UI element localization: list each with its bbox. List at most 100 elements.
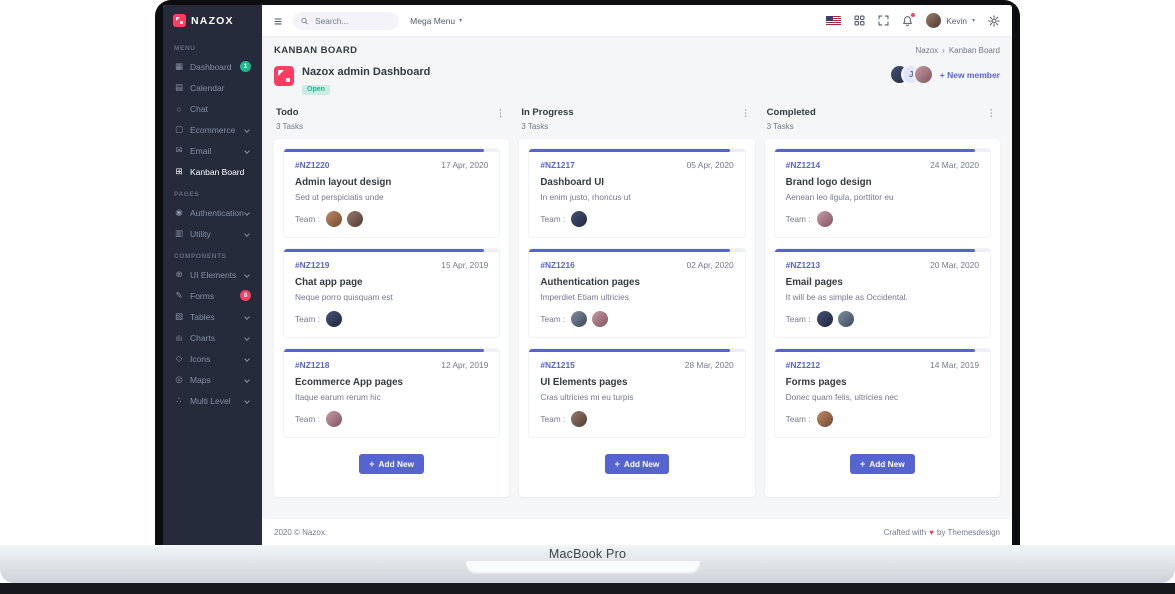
chevron-down-icon bbox=[244, 126, 250, 133]
gear-icon[interactable] bbox=[988, 14, 1000, 27]
column-menu-icon[interactable]: ⋮ bbox=[984, 107, 998, 121]
search-input[interactable] bbox=[313, 14, 392, 27]
task-title: Brand logo design bbox=[785, 177, 872, 188]
add-new-button[interactable]: + Add New bbox=[849, 454, 915, 474]
task-id-link[interactable]: #NZ1215 bbox=[540, 360, 574, 370]
search-icon bbox=[301, 17, 308, 24]
chevron-down-icon bbox=[244, 313, 250, 320]
bell-icon[interactable] bbox=[902, 12, 916, 27]
page-title: KANBAN BOARD bbox=[274, 45, 358, 56]
member-avatar[interactable] bbox=[914, 66, 932, 83]
apps-grid-icon[interactable] bbox=[854, 15, 865, 26]
topbar: ≡ Mega Menu ▾ bbox=[262, 5, 1012, 36]
board-identity: Nazox admin Dashboard Open bbox=[274, 66, 430, 96]
menu-toggle-icon[interactable]: ≡ bbox=[274, 14, 282, 28]
mega-menu-button[interactable]: Mega Menu ▾ bbox=[410, 16, 462, 26]
column-name: Todo bbox=[276, 107, 299, 118]
page-header: KANBAN BOARD Nazox › Kanban Board bbox=[274, 45, 1000, 56]
column-menu-icon[interactable]: ⋮ bbox=[494, 107, 508, 121]
new-member-link[interactable]: + New member bbox=[940, 70, 1000, 80]
breadcrumb: Nazox › Kanban Board bbox=[915, 46, 1000, 55]
progress-bar bbox=[284, 149, 500, 152]
sidebar-item-calendar[interactable]: ▤ Calendar bbox=[163, 77, 262, 98]
breadcrumb-nazox[interactable]: Nazox bbox=[915, 46, 938, 55]
forms-icon: ✎ bbox=[175, 290, 183, 300]
task-id-link[interactable]: #NZ1219 bbox=[295, 260, 329, 270]
task-id-link[interactable]: #NZ1218 bbox=[295, 360, 329, 370]
sidebar-item-multi-level[interactable]: ∴ Multi Level bbox=[163, 390, 262, 411]
fullscreen-icon[interactable] bbox=[878, 15, 889, 26]
task-id-link[interactable]: #NZ1214 bbox=[786, 160, 820, 170]
chevron-down-icon bbox=[244, 230, 250, 237]
icons-icon: ◇ bbox=[175, 353, 183, 363]
sidebar-item-dashboard[interactable]: ▦ Dashboard 1 bbox=[163, 56, 262, 77]
nazox-logo bbox=[274, 66, 294, 86]
utility-icon: ▥ bbox=[174, 228, 184, 238]
kanban-card[interactable]: #NZ1217 05 Apr, 2020 Dashboard UI In enim… bbox=[528, 148, 746, 238]
task-description: Imperdiet Etiam ultricies bbox=[540, 292, 629, 302]
sidebar-item-email[interactable]: ✉ Email bbox=[163, 140, 262, 161]
page-content: KANBAN BOARD Nazox › Kanban Board Nazox … bbox=[262, 36, 1012, 497]
team-label: Team : bbox=[295, 414, 320, 424]
team-label: Team : bbox=[295, 314, 320, 324]
macbook-base: MacBook Pro bbox=[0, 545, 1175, 583]
progress-bar bbox=[774, 249, 990, 252]
breadcrumb-current: Kanban Board bbox=[948, 46, 1000, 55]
avatar bbox=[816, 311, 833, 327]
sidebar-item-maps[interactable]: ◎ Maps bbox=[163, 369, 262, 390]
search-box[interactable] bbox=[293, 11, 400, 30]
copyright-text: 2020 © Nazox. bbox=[274, 527, 328, 537]
avatar bbox=[926, 13, 942, 28]
board-members: J + New member bbox=[890, 66, 1000, 83]
authentication-icon: ◉ bbox=[175, 207, 183, 217]
sidebar-item-utility[interactable]: ▥ Utility bbox=[163, 223, 262, 244]
kanban-card[interactable]: #NZ1218 12 Apr, 2019 Ecommerce App pages … bbox=[283, 348, 501, 438]
us-flag-icon[interactable] bbox=[826, 15, 842, 26]
task-date: 28 Mar, 2020 bbox=[684, 360, 734, 370]
kanban-card[interactable]: #NZ1212 14 Mar, 2019 Forms pages Donec qu… bbox=[773, 348, 991, 438]
sidebar-item-kanban-board[interactable]: ⊞ Kanban Board bbox=[163, 161, 262, 182]
sidebar-item-forms[interactable]: ✎ Forms 8 bbox=[163, 285, 262, 306]
task-date: 12 Apr, 2019 bbox=[441, 360, 489, 370]
sidebar-item-authentication[interactable]: ◉ Authentication bbox=[163, 202, 262, 223]
task-id-link[interactable]: #NZ1220 bbox=[295, 160, 329, 170]
user-menu[interactable]: Kevin ▾ bbox=[926, 13, 975, 28]
brand-logo[interactable]: NAZOX bbox=[163, 5, 262, 36]
chat-icon: ○ bbox=[176, 103, 182, 114]
kanban-card[interactable]: #NZ1219 15 Apr, 2019 Chat app page Neque … bbox=[283, 248, 501, 338]
kanban-card[interactable]: #NZ1216 02 Apr, 2020 Authentication pages… bbox=[528, 248, 746, 338]
task-description: Itaque earum rerum hic bbox=[295, 392, 381, 402]
column-menu-icon[interactable]: ⋮ bbox=[739, 107, 753, 121]
kanban-card[interactable]: #NZ1214 24 Mar, 2020 Brand logo design Ae… bbox=[773, 148, 991, 238]
task-id-link[interactable]: #NZ1216 bbox=[540, 260, 574, 270]
sidebar-item-charts[interactable]: ılı Charts bbox=[163, 327, 262, 348]
maps-icon: ◎ bbox=[175, 374, 183, 384]
board-title: Nazox admin Dashboard bbox=[302, 66, 431, 78]
task-title: Admin layout design bbox=[295, 177, 392, 188]
task-id-link[interactable]: #NZ1217 bbox=[540, 160, 574, 170]
macbook-base-edge bbox=[0, 583, 1175, 594]
status-badge: Open bbox=[302, 84, 330, 95]
sidebar-item-ui-elements[interactable]: ⊗ UI Elements bbox=[163, 264, 262, 285]
chevron-down-icon bbox=[244, 271, 250, 278]
add-new-button[interactable]: + Add New bbox=[359, 454, 425, 474]
team-label: Team : bbox=[785, 314, 811, 324]
sidebar-item-chat[interactable]: ○ Chat bbox=[163, 98, 262, 119]
task-id-link[interactable]: #NZ1213 bbox=[786, 260, 820, 270]
add-new-button[interactable]: + Add New bbox=[604, 454, 670, 474]
sidebar-item-tables[interactable]: ▧ Tables bbox=[163, 306, 262, 327]
team-label: Team : bbox=[540, 214, 566, 224]
sidebar-item-ecommerce[interactable]: ▢ Ecommerce bbox=[163, 119, 262, 140]
task-date: 14 Mar, 2019 bbox=[930, 360, 979, 370]
task-id-link[interactable]: #NZ1212 bbox=[786, 360, 820, 370]
progress-bar bbox=[284, 249, 500, 252]
kanban-card[interactable]: #NZ1215 28 Mar, 2020 UI Elements pages Cr… bbox=[528, 348, 746, 438]
task-title: Email pages bbox=[785, 277, 843, 288]
task-description: Donec quam felis, ultricies nec bbox=[785, 392, 899, 402]
chevron-down-icon bbox=[244, 397, 250, 404]
charts-icon: ılı bbox=[175, 332, 183, 343]
kanban-card[interactable]: #NZ1220 17 Apr, 2020 Admin layout design … bbox=[283, 148, 501, 238]
kanban-card[interactable]: #NZ1213 20 Mar, 2020 Email pages It will … bbox=[773, 248, 991, 338]
sidebar-item-icons[interactable]: ◇ Icons bbox=[163, 348, 262, 369]
calendar-icon: ▤ bbox=[174, 82, 184, 92]
